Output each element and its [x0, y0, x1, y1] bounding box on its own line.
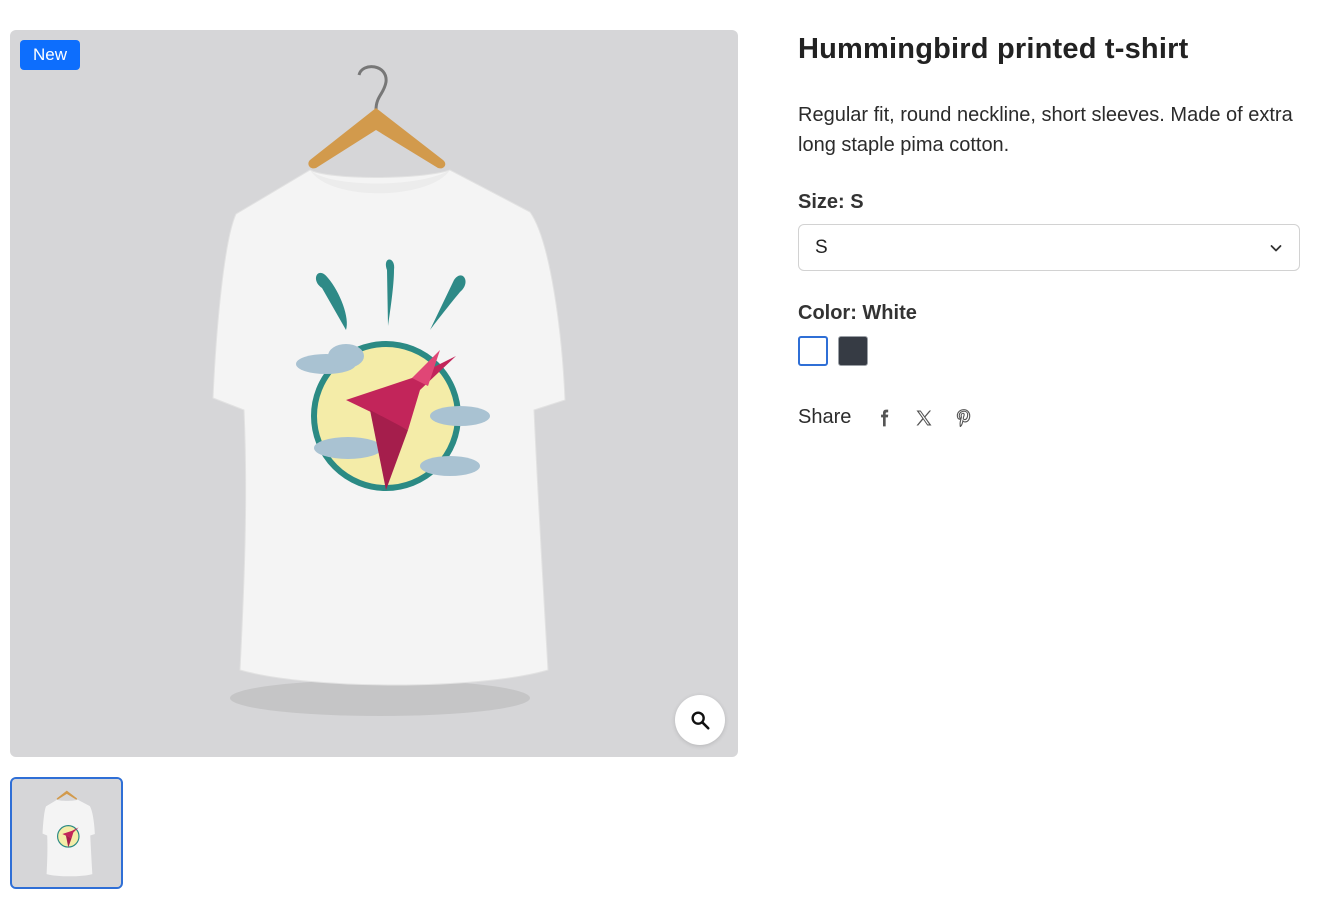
- product-gallery: New: [10, 30, 738, 889]
- share-section: Share: [798, 406, 1300, 429]
- product-description: Regular fit, round neckline, short sleev…: [798, 104, 1293, 156]
- product-title: Hummingbird printed t-shirt: [798, 33, 1189, 65]
- zoom-button[interactable]: [675, 695, 725, 745]
- pinterest-icon[interactable]: [953, 407, 975, 429]
- tshirt-image: [212, 65, 566, 716]
- thumbnail-item[interactable]: [10, 777, 123, 889]
- share-label: Share: [798, 406, 852, 428]
- facebook-icon[interactable]: [873, 407, 895, 429]
- thumbnail-list: [10, 777, 123, 889]
- size-select[interactable]: S: [798, 224, 1300, 271]
- size-label: Size: S: [798, 191, 864, 213]
- search-icon: [691, 711, 710, 730]
- color-label: Color: White: [798, 302, 917, 324]
- color-swatches: [798, 336, 1300, 366]
- color-swatch-white[interactable]: [798, 336, 828, 366]
- tshirt-thumbnail-image: [12, 779, 121, 887]
- color-swatch-dark-grey[interactable]: [838, 336, 868, 366]
- product-main-image[interactable]: New: [10, 30, 738, 757]
- chevron-down-icon: [1270, 244, 1282, 251]
- size-select-value: S: [815, 236, 828, 258]
- x-icon[interactable]: [913, 407, 935, 429]
- product-details: Hummingbird printed t-shirt Regular fit,…: [798, 30, 1300, 429]
- new-badge: New: [20, 40, 81, 70]
